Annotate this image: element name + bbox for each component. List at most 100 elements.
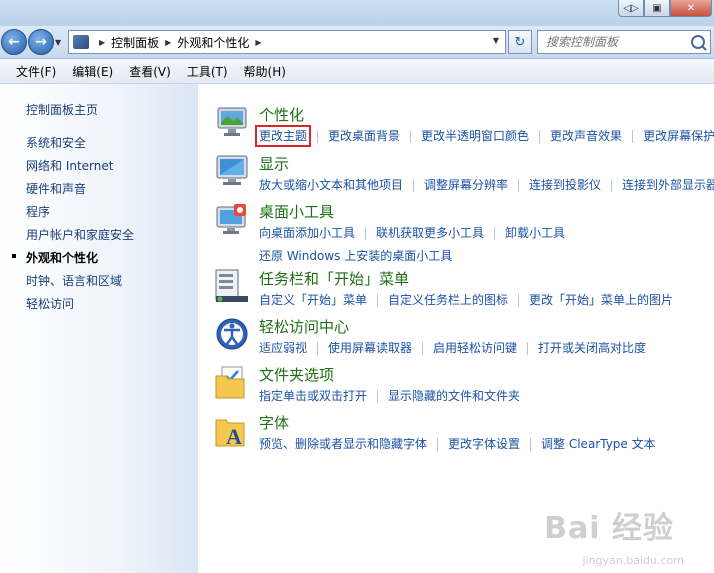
link-restore-gadgets[interactable]: 还原 Windows 上安装的桌面小工具: [259, 249, 452, 263]
sidebar-item-clock-language[interactable]: 时钟、语言和区域: [26, 272, 122, 289]
current-page-bullet-icon: [12, 254, 16, 258]
link-uninstall-gadget[interactable]: 卸载小工具: [505, 226, 565, 240]
sidebar-item-user-accounts[interactable]: 用户帐户和家庭安全: [26, 226, 134, 243]
link-change-sound-effects[interactable]: 更改声音效果: [550, 129, 622, 143]
address-bar[interactable]: ▶ 控制面板 ▶ 外观和个性化 ▶ ▼: [68, 30, 506, 54]
category-title[interactable]: 任务栏和「开始」菜单: [259, 268, 409, 289]
main-content: 个性化 更改主题 更改桌面背景 更改半透明窗口颜色 更改声音效果 更改屏幕保护 显示 放…: [198, 84, 714, 573]
divider: [539, 130, 541, 143]
sidebar-item-programs[interactable]: 程序: [26, 203, 50, 220]
divider: [422, 342, 424, 355]
divider: [518, 179, 520, 192]
category-title[interactable]: 个性化: [259, 104, 304, 125]
menu-tools[interactable]: 工具(T): [179, 63, 236, 80]
link-change-window-color[interactable]: 更改半透明窗口颜色: [421, 129, 529, 143]
category-title[interactable]: 显示: [259, 153, 289, 174]
refresh-button[interactable]: ↻: [508, 30, 532, 54]
divider: [632, 130, 634, 143]
sidebar-item-hardware-sound[interactable]: 硬件和声音: [26, 180, 86, 197]
title-bar: ◁▷ ▣ ✕: [0, 0, 714, 26]
link-row: 更改主题 更改桌面背景 更改半透明窗口颜色 更改声音效果 更改屏幕保护: [254, 125, 714, 147]
sidebar: 控制面板主页 系统和安全 网络和 Internet 硬件和声音 程序 用户帐户和…: [0, 84, 198, 573]
link-change-screen-saver[interactable]: 更改屏幕保护: [643, 129, 714, 143]
maximize-button[interactable]: ▣: [644, 0, 670, 17]
window-controls: ◁▷ ▣ ✕: [618, 0, 712, 17]
sidebar-item-ease-of-access[interactable]: 轻松访问: [26, 295, 74, 312]
link-low-vision[interactable]: 适应弱视: [259, 341, 307, 355]
link-change-desktop-background[interactable]: 更改桌面背景: [328, 129, 400, 143]
link-row: 预览、删除或者显示和隐藏字体 更改字体设置 调整 ClearType 文本: [259, 435, 656, 452]
link-customize-taskbar-icons[interactable]: 自定义任务栏上的图标: [388, 293, 508, 307]
sidebar-item-system-security[interactable]: 系统和安全: [26, 134, 86, 151]
link-high-contrast[interactable]: 打开或关闭高对比度: [538, 341, 646, 355]
link-cleartype[interactable]: 调整 ClearType 文本: [541, 437, 656, 451]
watermark-url: jingyan.baidu.com: [582, 554, 684, 567]
breadcrumb-control-panel[interactable]: 控制面板: [111, 34, 159, 51]
link-change-theme[interactable]: 更改主题: [254, 125, 312, 147]
divider: [377, 294, 379, 307]
search-icon[interactable]: [691, 35, 705, 49]
category-title[interactable]: 桌面小工具: [259, 201, 334, 222]
link-get-more-gadgets[interactable]: 联机获取更多小工具: [376, 226, 484, 240]
link-text-size[interactable]: 放大或缩小文本和其他项目: [259, 178, 403, 192]
svg-text:A: A: [226, 424, 242, 448]
address-history-dropdown-icon[interactable]: ▼: [493, 36, 499, 45]
taskbar-icon[interactable]: [214, 268, 250, 304]
link-accessibility-keys[interactable]: 启用轻松访问键: [433, 341, 517, 355]
sidebar-home-link[interactable]: 控制面板主页: [26, 101, 98, 118]
divider: [365, 227, 367, 240]
close-button[interactable]: ✕: [670, 0, 712, 17]
chevron-right-icon[interactable]: ▶: [165, 38, 171, 47]
menu-view[interactable]: 查看(V): [121, 63, 179, 80]
ease-of-access-icon[interactable]: [214, 316, 250, 352]
link-font-settings[interactable]: 更改字体设置: [448, 437, 520, 451]
search-box[interactable]: [537, 30, 711, 54]
link-row: 自定义「开始」菜单 自定义任务栏上的图标 更改「开始」菜单上的图片: [259, 291, 673, 308]
divider: [413, 179, 415, 192]
link-customize-start-menu[interactable]: 自定义「开始」菜单: [259, 293, 367, 307]
link-show-hidden-files[interactable]: 显示隐藏的文件和文件夹: [388, 389, 520, 403]
menu-file[interactable]: 文件(F): [8, 63, 64, 80]
chevron-right-icon[interactable]: ▶: [255, 38, 261, 47]
sidebar-item-network[interactable]: 网络和 Internet: [26, 157, 113, 174]
divider: [611, 179, 613, 192]
divider: [527, 342, 529, 355]
divider: [377, 390, 379, 403]
fonts-icon[interactable]: A: [214, 412, 250, 448]
link-connect-external-display[interactable]: 连接到外部显示器: [622, 178, 714, 192]
divider: [530, 438, 532, 451]
display-icon[interactable]: [214, 153, 250, 189]
link-row: 放大或缩小文本和其他项目 调整屏幕分辨率 连接到投影仪 连接到外部显示器: [259, 176, 714, 193]
breadcrumb-appearance[interactable]: 外观和个性化: [177, 34, 249, 51]
link-row: 适应弱视 使用屏幕读取器 启用轻松访问键 打开或关闭高对比度: [259, 339, 646, 356]
link-connect-projector[interactable]: 连接到投影仪: [529, 178, 601, 192]
search-input[interactable]: [544, 34, 698, 50]
link-screen-reader[interactable]: 使用屏幕读取器: [328, 341, 412, 355]
link-screen-resolution[interactable]: 调整屏幕分辨率: [424, 178, 508, 192]
link-preview-fonts[interactable]: 预览、删除或者显示和隐藏字体: [259, 437, 427, 451]
category-title[interactable]: 文件夹选项: [259, 364, 334, 385]
divider: [317, 342, 319, 355]
control-panel-icon: [73, 35, 89, 49]
back-button[interactable]: ←: [1, 29, 27, 55]
folder-options-icon[interactable]: [214, 364, 250, 400]
link-row: 还原 Windows 上安装的桌面小工具: [259, 247, 452, 264]
category-title[interactable]: 字体: [259, 412, 289, 433]
watermark-logo: Bai 经验: [544, 511, 674, 546]
link-single-double-click[interactable]: 指定单击或双击打开: [259, 389, 367, 403]
personalization-icon[interactable]: [214, 104, 250, 140]
link-change-start-picture[interactable]: 更改「开始」菜单上的图片: [529, 293, 673, 307]
menu-help[interactable]: 帮助(H): [236, 63, 294, 80]
gadgets-icon[interactable]: [214, 201, 250, 237]
divider: [410, 130, 412, 143]
sidebar-item-appearance: 外观和个性化: [26, 251, 99, 265]
chevron-right-icon[interactable]: ▶: [99, 38, 105, 47]
divider: [494, 227, 496, 240]
link-add-gadgets[interactable]: 向桌面添加小工具: [259, 226, 355, 240]
menu-edit[interactable]: 编辑(E): [64, 63, 121, 80]
restore-button[interactable]: ◁▷: [618, 0, 644, 17]
category-title[interactable]: 轻松访问中心: [259, 316, 349, 337]
link-row: 指定单击或双击打开 显示隐藏的文件和文件夹: [259, 387, 520, 404]
forward-button[interactable]: →: [28, 29, 54, 55]
recent-pages-dropdown-icon[interactable]: ▼: [55, 38, 61, 47]
